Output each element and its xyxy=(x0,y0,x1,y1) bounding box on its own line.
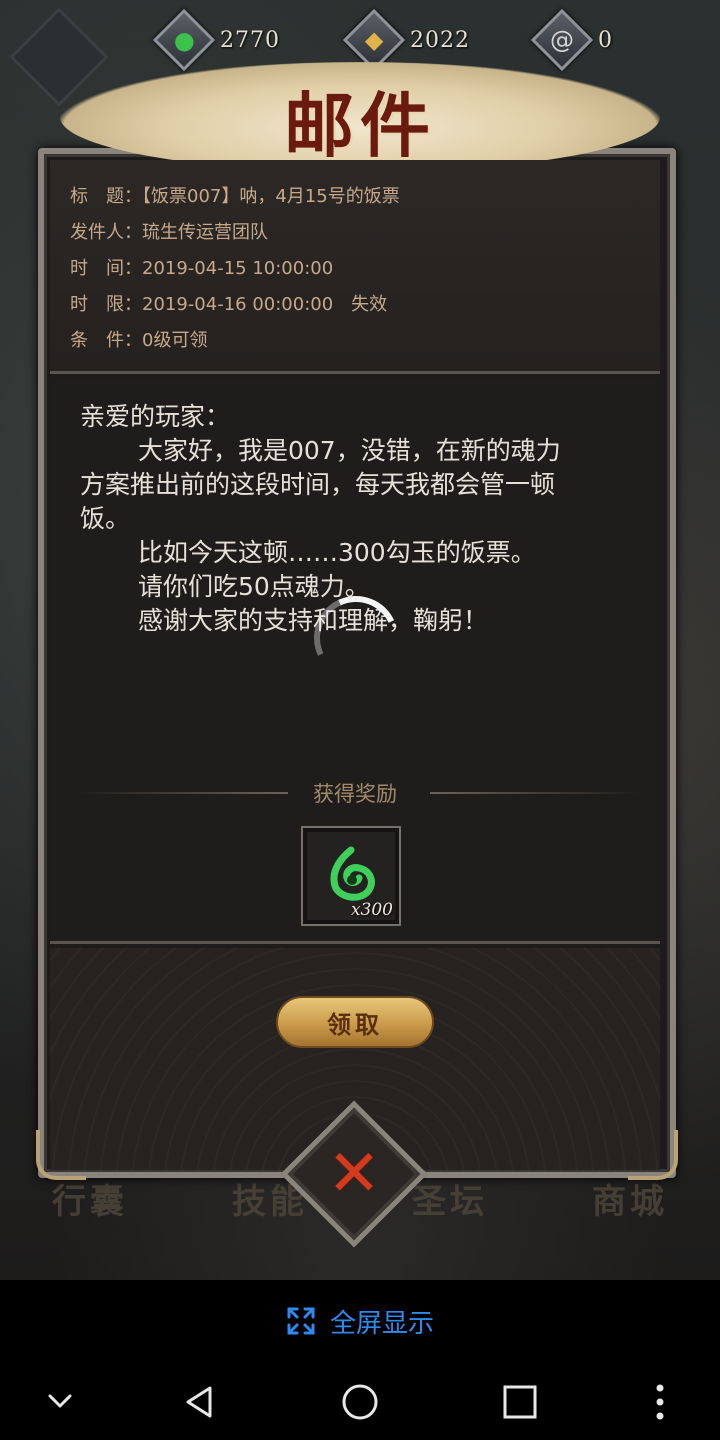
meta-value: 琉生传运营团队 xyxy=(142,222,268,243)
currency-soul[interactable]: @ 0 xyxy=(530,8,714,72)
system-nav-bar xyxy=(0,1362,720,1440)
meta-label: 时 限： xyxy=(70,294,142,315)
background-label-shop: 商城 xyxy=(592,1181,668,1222)
panel-corner-ornament xyxy=(628,1130,678,1180)
currency-amount: 2770 xyxy=(220,27,280,53)
back-icon[interactable] xyxy=(178,1380,222,1424)
meta-value: 2019-04-16 00:00:00 失效 xyxy=(142,294,388,315)
meta-value: 0级可领 xyxy=(142,330,208,351)
reward-item-slot[interactable]: x300 xyxy=(301,826,401,926)
mail-body-line: 大家好，我是007，没错，在新的魂力 xyxy=(138,436,561,465)
background-label-altar: 圣坛 xyxy=(412,1181,488,1222)
collapse-icon[interactable] xyxy=(38,1380,82,1424)
currency-coin[interactable]: ◆ 2022 xyxy=(342,8,526,72)
mail-greeting: 亲爱的玩家： xyxy=(80,402,231,431)
more-icon[interactable] xyxy=(638,1380,682,1424)
currency-gouyu[interactable]: ● 2770 xyxy=(152,8,336,72)
mail-body-line: 比如今天这顿……300勾玉的饭票。 xyxy=(138,538,536,567)
meta-value: 【饭票007】呐，4月15号的饭票 xyxy=(142,186,400,207)
swirl-icon: @ xyxy=(530,8,594,72)
mail-title: 邮件 xyxy=(284,84,436,167)
panel-corner-ornament xyxy=(36,1130,86,1180)
mail-body-line: 饭。 xyxy=(80,504,131,533)
reward-title: 获得奖励 xyxy=(313,782,397,806)
recents-icon[interactable] xyxy=(498,1380,542,1424)
fullscreen-button[interactable]: 全屏显示 xyxy=(0,1280,720,1362)
meta-label: 标 题： xyxy=(70,186,142,207)
mail-body-line: 方案推出前的这段时间，每天我都会管一顿 xyxy=(80,470,556,499)
meta-condition: 条 件：0级可领 xyxy=(70,326,207,352)
meta-label: 条 件： xyxy=(70,330,142,351)
expand-icon xyxy=(287,1307,315,1335)
currency-amount: 0 xyxy=(598,27,613,53)
currency-amount: 2022 xyxy=(410,27,470,53)
background-label-bag: 行囊 xyxy=(52,1181,128,1222)
meta-expiry: 时 限：2019-04-16 00:00:00 失效 xyxy=(70,290,387,316)
meta-sender: 发件人：琉生传运营团队 xyxy=(70,218,268,244)
reward-count: x300 xyxy=(350,900,393,920)
meta-value: 2019-04-15 10:00:00 xyxy=(142,258,334,279)
green-magatama-icon: ● xyxy=(152,8,216,72)
home-icon[interactable] xyxy=(338,1380,382,1424)
claim-button[interactable]: 领取 xyxy=(276,996,434,1048)
meta-label: 发件人： xyxy=(70,222,142,243)
meta-subject: 标 题：【饭票007】呐，4月15号的饭票 xyxy=(70,182,400,208)
fullscreen-label: 全屏显示 xyxy=(329,1308,434,1339)
meta-label: 时 间： xyxy=(70,258,142,279)
meta-time: 时 间：2019-04-15 10:00:00 xyxy=(70,254,333,280)
green-magatama-icon xyxy=(330,846,375,901)
